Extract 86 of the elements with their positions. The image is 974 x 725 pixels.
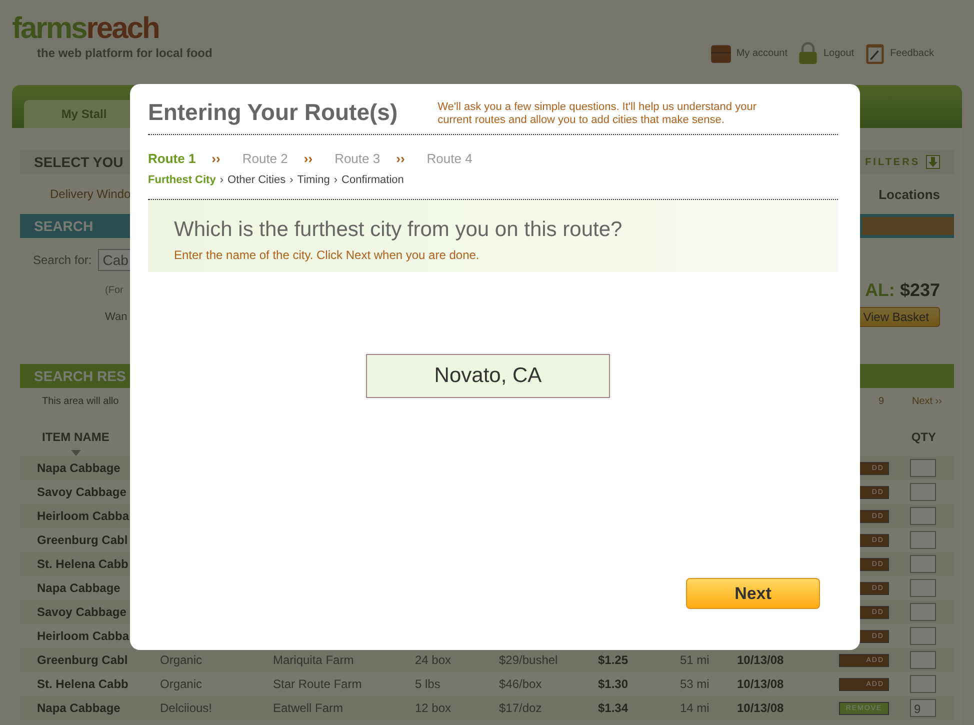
- table-cell-text: Napa Cabbage: [36, 461, 122, 475]
- quantity-field[interactable]: [910, 579, 936, 597]
- table-cell-text: St. Helena Cabb: [36, 677, 130, 691]
- delivery-label: Delivery Windo: [50, 187, 131, 201]
- step-label: Other Cities: [228, 174, 286, 186]
- want-label: Wan: [105, 311, 128, 323]
- table-cell-text: 10/13/08: [737, 677, 785, 691]
- next-button[interactable]: Next: [686, 578, 820, 609]
- column-header: QTY: [911, 430, 936, 444]
- table-cell-text: Savoy Cabbage: [36, 605, 128, 619]
- page-link[interactable]: 9: [878, 396, 884, 406]
- dialog-title: Entering Your Route(s): [148, 99, 398, 126]
- table-cell-text: $29/bushel: [499, 653, 559, 667]
- table-cell-text: $46/box: [499, 677, 543, 691]
- table-cell-text: 12 box: [415, 701, 452, 715]
- separator-text: ››: [212, 151, 220, 166]
- quantity-field[interactable]: [910, 627, 936, 645]
- step-label: Timing: [297, 174, 330, 186]
- table-cell-text: 24 box: [415, 653, 452, 667]
- table-cell-text: Delciious!: [160, 701, 214, 715]
- table-cell-text: 51 mi: [680, 653, 710, 667]
- table-cell-text: Napa Cabbage: [36, 581, 122, 595]
- separator-text: ››: [396, 151, 405, 166]
- section-title: SELECT YOU: [34, 154, 124, 170]
- table-cell-text: Organic: [160, 653, 204, 667]
- table-cell-text: 53 mi: [680, 677, 710, 691]
- lock-icon: [797, 42, 820, 64]
- table-cell-text: Napa Cabbage: [36, 701, 122, 715]
- table-cell-text: 10/13/08: [737, 653, 785, 667]
- table-cell-text: 5 lbs: [415, 677, 442, 691]
- table-cell-text: 14 mi: [680, 701, 710, 715]
- table-cell-text: Mariquita Farm: [273, 653, 355, 667]
- route-tab[interactable]: Route 3: [334, 151, 380, 166]
- quantity-field[interactable]: [910, 483, 936, 501]
- quantity-field[interactable]: [910, 507, 936, 525]
- separator-text: ››: [304, 151, 313, 166]
- quantity-field[interactable]: [910, 459, 936, 477]
- separator-text: ›: [334, 174, 338, 186]
- table-cell-text: Heirloom Cabba: [36, 509, 130, 523]
- separator-text: ›: [220, 174, 224, 186]
- search-label: Search for:: [33, 253, 92, 267]
- table-cell-text: St. Helena Cabb: [36, 557, 130, 571]
- download-icon[interactable]: [926, 155, 940, 169]
- section-title: SEARCH: [34, 218, 94, 234]
- table-cell-text: $17/doz: [499, 701, 543, 715]
- quantity-field[interactable]: [910, 651, 936, 669]
- column-header: ITEM NAME: [42, 430, 110, 444]
- table-cell-text: 10/13/08: [737, 701, 785, 715]
- table-cell-text: Eatwell Farm: [273, 701, 344, 715]
- total-value: $237: [900, 280, 940, 300]
- filters-link[interactable]: FILTERS: [865, 156, 920, 168]
- quantity-field[interactable]: 9: [910, 699, 936, 717]
- route-tab[interactable]: Route 4: [426, 151, 472, 166]
- tagline: the web platform for local food: [37, 46, 212, 60]
- quantity-field[interactable]: [910, 675, 936, 693]
- table-cell-text: Heirloom Cabba: [36, 629, 130, 643]
- question-text: Which is the furthest city from you on this route?: [174, 218, 624, 242]
- table-cell-text: Greenburg Cabl: [36, 533, 129, 547]
- results-note: This area will allo: [42, 396, 119, 406]
- table-cell-text: $1.25: [598, 653, 630, 667]
- separator-text: ›: [290, 174, 294, 186]
- next-link[interactable]: Next ››: [912, 396, 942, 406]
- table-cell-text: Organic: [160, 677, 204, 691]
- table-cell-text: Savoy Cabbage: [36, 485, 128, 499]
- table-cell-text: $1.30: [598, 677, 630, 691]
- table-cell-text: Greenburg Cabl: [36, 653, 129, 667]
- section-title: SEARCH RES: [34, 368, 126, 384]
- question-hint: Enter the name of the city. Click Next when you are done.: [174, 248, 480, 262]
- route-tab[interactable]: Route 1: [148, 151, 196, 166]
- quantity-field[interactable]: [910, 531, 936, 549]
- quantity-field[interactable]: [910, 603, 936, 621]
- total-label: AL:: [864, 280, 895, 300]
- step-label: Confirmation: [342, 174, 404, 186]
- header-link[interactable]: Feedback: [864, 42, 934, 64]
- header-link[interactable]: Logout: [797, 42, 854, 64]
- header-link[interactable]: My account: [710, 42, 788, 64]
- dialog-intro: We'll ask you a few simple questions. It'll help us understand your current routes and allow you to add cities that make sense.: [438, 101, 758, 127]
- notepad-icon: [864, 42, 886, 64]
- table-cell-text: Star Route Farm: [273, 677, 363, 691]
- step-label: Furthest City: [148, 174, 216, 186]
- city-field[interactable]: Novato, CA: [366, 354, 610, 398]
- route-tab[interactable]: Route 2: [242, 151, 288, 166]
- logo: farmsreach: [12, 14, 160, 44]
- locations-label: Locations: [878, 186, 940, 202]
- quantity-field[interactable]: [910, 555, 936, 573]
- table-cell-text: $1.34: [598, 701, 630, 715]
